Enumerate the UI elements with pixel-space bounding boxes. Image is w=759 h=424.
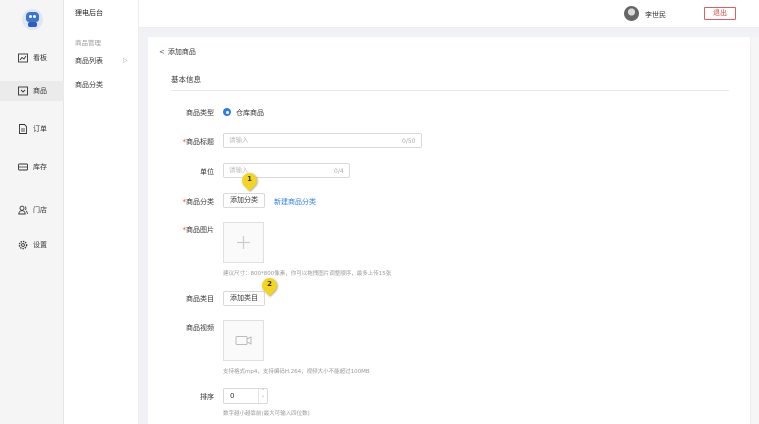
product-title-label: *商品标题 bbox=[182, 138, 215, 146]
sidebar-item-dashboard[interactable]: 看板 bbox=[0, 48, 64, 68]
unit-char-counter: 0/4 bbox=[334, 168, 344, 175]
sidebar-item-settings[interactable]: 设置 bbox=[0, 235, 64, 255]
add-category-button[interactable]: 添加分类 bbox=[223, 193, 265, 208]
subnav-item-product-category[interactable]: 商品分类 bbox=[75, 80, 103, 90]
document-icon bbox=[18, 124, 28, 134]
title-char-counter: 0/50 bbox=[402, 138, 416, 145]
chevron-down-icon[interactable]: ˅ bbox=[259, 396, 267, 403]
gear-icon bbox=[18, 240, 28, 250]
sidebar-item-label: 商品 bbox=[33, 87, 47, 95]
sidebar-item-label: 订单 bbox=[33, 125, 47, 133]
subnav-group-label: 商品管理 bbox=[75, 39, 101, 47]
chevron-left-icon: < bbox=[159, 48, 165, 56]
section-divider bbox=[171, 90, 729, 91]
sidebar-item-label: 门店 bbox=[33, 206, 47, 214]
subnav-item-product-list[interactable]: 商品列表 bbox=[75, 56, 103, 66]
people-icon bbox=[18, 205, 28, 215]
video-hint: 支持格式mp4，支持编码H.264，视频大小不能超过100MB bbox=[223, 369, 370, 375]
add-catalog-button[interactable]: 添加类目 bbox=[223, 291, 265, 306]
video-camera-icon bbox=[235, 336, 252, 345]
sidebar-item-label: 设置 bbox=[33, 241, 47, 249]
chart-icon bbox=[18, 53, 28, 63]
step-badge-2: 2 bbox=[258, 274, 281, 297]
product-title-input[interactable]: 请输入 bbox=[223, 133, 422, 148]
product-type-option[interactable]: 仓库商品 bbox=[236, 108, 264, 118]
top-header bbox=[139, 0, 759, 28]
scrollbar[interactable] bbox=[750, 37, 759, 424]
image-hint: 建议尺寸：800*800像素，你可以拖拽图片调整顺序，最多上传15张 bbox=[223, 271, 392, 277]
chevron-up-icon[interactable]: ˄ bbox=[259, 389, 267, 396]
robot-logo-icon bbox=[22, 9, 43, 30]
new-category-link[interactable]: 新建商品分类 bbox=[274, 197, 316, 207]
step-badge-1: 1 bbox=[238, 169, 261, 192]
chevron-right-icon: ▷ bbox=[123, 57, 128, 64]
image-upload-box[interactable] bbox=[223, 222, 264, 263]
app-title: 狸电后台 bbox=[75, 9, 103, 17]
sort-label: 排序 bbox=[200, 393, 214, 401]
unit-label: 单位 bbox=[200, 168, 214, 176]
sort-value: 0 bbox=[230, 392, 235, 400]
warehouse-icon bbox=[18, 162, 28, 172]
product-type-radio[interactable] bbox=[223, 108, 231, 116]
sidebar-item-products[interactable]: 商品 bbox=[0, 81, 64, 101]
plus-icon bbox=[237, 236, 250, 249]
avatar[interactable] bbox=[624, 6, 639, 21]
product-type-label: 商品类型 bbox=[186, 109, 214, 117]
box-icon bbox=[18, 86, 28, 96]
sidebar-item-label: 库存 bbox=[33, 163, 47, 171]
category-label: *商品分类 bbox=[182, 198, 215, 206]
product-image-label: *商品图片 bbox=[182, 226, 215, 234]
video-label: 商品视频 bbox=[186, 324, 214, 332]
back-link[interactable]: < 添加商品 bbox=[159, 47, 196, 57]
sidebar-item-label: 看板 bbox=[33, 54, 47, 62]
stepper-controls[interactable]: ˄ ˅ bbox=[258, 389, 267, 403]
user-name: 李世民 bbox=[645, 11, 666, 19]
sort-hint: 数字越小越靠前(最大可输入四位数) bbox=[223, 411, 310, 417]
sidebar-item-inventory[interactable]: 库存 bbox=[0, 157, 64, 177]
page-title: 添加商品 bbox=[167, 48, 196, 56]
section-title: 基本信息 bbox=[171, 75, 201, 84]
main-sidebar: 看板 商品 订单 库存 门店 设置 bbox=[0, 0, 64, 424]
catalog-label: 商品类目 bbox=[186, 295, 214, 303]
video-upload-box[interactable] bbox=[223, 320, 264, 361]
sidebar-item-orders[interactable]: 订单 bbox=[0, 119, 64, 139]
logout-button[interactable]: 退出 bbox=[704, 7, 736, 20]
sort-stepper[interactable]: 0 ˄ ˅ bbox=[223, 388, 268, 404]
sidebar-item-stores[interactable]: 门店 bbox=[0, 200, 64, 220]
